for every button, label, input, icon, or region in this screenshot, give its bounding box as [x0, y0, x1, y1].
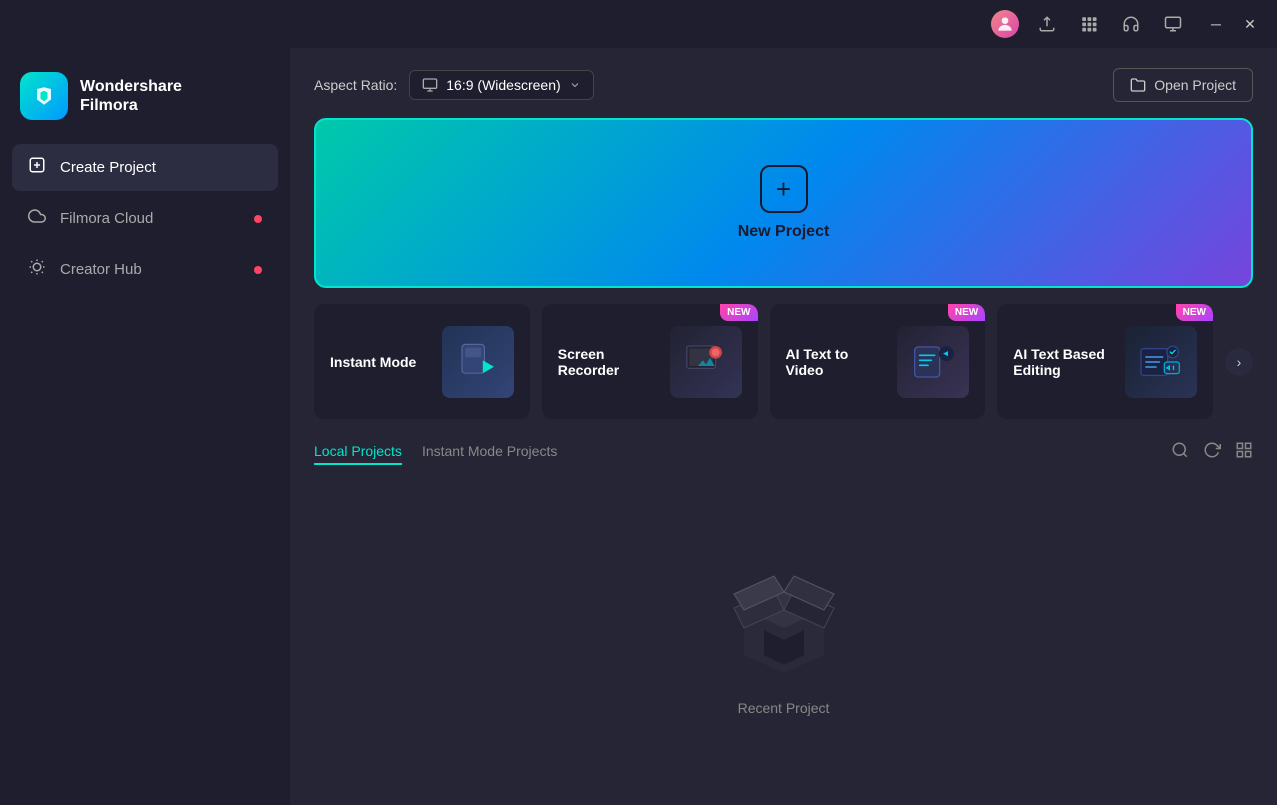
screen-recorder-image	[670, 326, 742, 398]
grid-view-icon[interactable]	[1235, 441, 1253, 464]
empty-state: Recent Project	[314, 481, 1253, 785]
screen-recorder-label: Screen Recorder	[558, 346, 658, 378]
apps-icon[interactable]	[1075, 10, 1103, 38]
folder-icon	[1130, 77, 1146, 93]
chevron-down-icon	[569, 79, 581, 91]
ai-text-to-video-badge: NEW	[948, 304, 985, 321]
projects-header: Local Projects Instant Mode Projects	[314, 439, 1253, 465]
sidebar-item-create-project[interactable]: Create Project	[12, 144, 278, 191]
main-content: Aspect Ratio: 16:9 (Widescreen) Open Pro…	[290, 48, 1277, 805]
empty-box-illustration	[719, 550, 849, 680]
mode-card-screen-recorder[interactable]: NEW Screen Recorder	[542, 304, 758, 419]
aspect-ratio-select[interactable]: 16:9 (Widescreen)	[409, 70, 593, 100]
mode-card-ai-text-to-video[interactable]: NEW AI Text to Video	[770, 304, 986, 419]
aspect-ratio-value: 16:9 (Widescreen)	[446, 77, 560, 93]
tab-instant-mode-projects[interactable]: Instant Mode Projects	[422, 439, 557, 465]
sidebar-item-label-cloud: Filmora Cloud	[60, 210, 153, 227]
ai-text-based-editing-image	[1125, 326, 1197, 398]
brand: Wondershare Filmora	[0, 64, 290, 144]
sidebar-item-filmora-cloud[interactable]: Filmora Cloud	[12, 195, 278, 242]
cloud-icon	[28, 207, 46, 230]
sidebar: Wondershare Filmora Create Project	[0, 48, 290, 805]
headset-icon[interactable]	[1117, 10, 1145, 38]
mode-cards: Instant Mode NEW Screen Recorder	[314, 304, 1253, 419]
brand-logo	[20, 72, 68, 120]
mode-card-ai-text-based-editing[interactable]: NEW AI Text Based Editing	[997, 304, 1213, 419]
ai-text-based-editing-label: AI Text Based Editing	[1013, 346, 1113, 378]
upload-icon[interactable]	[1033, 10, 1061, 38]
monitor-icon	[422, 77, 438, 93]
sidebar-item-label-creator: Creator Hub	[60, 261, 142, 278]
search-icon[interactable]	[1171, 441, 1189, 464]
sidebar-item-label-create: Create Project	[60, 159, 156, 176]
create-project-icon	[28, 156, 46, 179]
creator-notification-dot	[254, 266, 262, 274]
sidebar-item-creator-hub[interactable]: Creator Hub	[12, 246, 278, 293]
screen-recorder-badge: NEW	[720, 304, 757, 321]
new-project-banner[interactable]: + New Project	[314, 118, 1253, 288]
ai-text-to-video-image	[897, 326, 969, 398]
brand-text: Wondershare Filmora	[80, 77, 182, 115]
instant-mode-label: Instant Mode	[330, 354, 430, 370]
aspect-ratio-label: Aspect Ratio:	[314, 77, 397, 93]
sidebar-nav: Create Project Filmora Cloud Creator Hub	[0, 144, 290, 293]
mode-card-instant[interactable]: Instant Mode	[314, 304, 530, 419]
user-avatar[interactable]	[991, 10, 1019, 38]
aspect-bar: Aspect Ratio: 16:9 (Widescreen) Open Pro…	[314, 68, 1253, 102]
new-project-plus-icon: +	[760, 165, 808, 213]
settings-icon[interactable]	[1159, 10, 1187, 38]
open-project-button[interactable]: Open Project	[1113, 68, 1253, 102]
cloud-notification-dot	[254, 215, 262, 223]
main-layout: Wondershare Filmora Create Project	[0, 48, 1277, 805]
title-bar: ─ ✕	[0, 0, 1277, 48]
creator-hub-icon	[28, 258, 46, 281]
ai-text-based-editing-badge: NEW	[1176, 304, 1213, 321]
brand-name-line2: Filmora	[80, 96, 182, 115]
open-project-label: Open Project	[1154, 77, 1236, 93]
scroll-right-arrow[interactable]: ›	[1225, 348, 1253, 376]
ai-text-to-video-label: AI Text to Video	[786, 346, 886, 378]
instant-mode-image	[442, 326, 514, 398]
empty-state-label: Recent Project	[738, 700, 830, 716]
brand-name-line1: Wondershare	[80, 77, 182, 96]
window-controls: ─ ✕	[1205, 13, 1261, 35]
refresh-icon[interactable]	[1203, 441, 1221, 464]
minimize-button[interactable]: ─	[1205, 13, 1227, 35]
projects-actions	[1171, 441, 1253, 464]
close-button[interactable]: ✕	[1239, 13, 1261, 35]
tab-local-projects[interactable]: Local Projects	[314, 439, 402, 465]
new-project-label: New Project	[738, 223, 830, 241]
